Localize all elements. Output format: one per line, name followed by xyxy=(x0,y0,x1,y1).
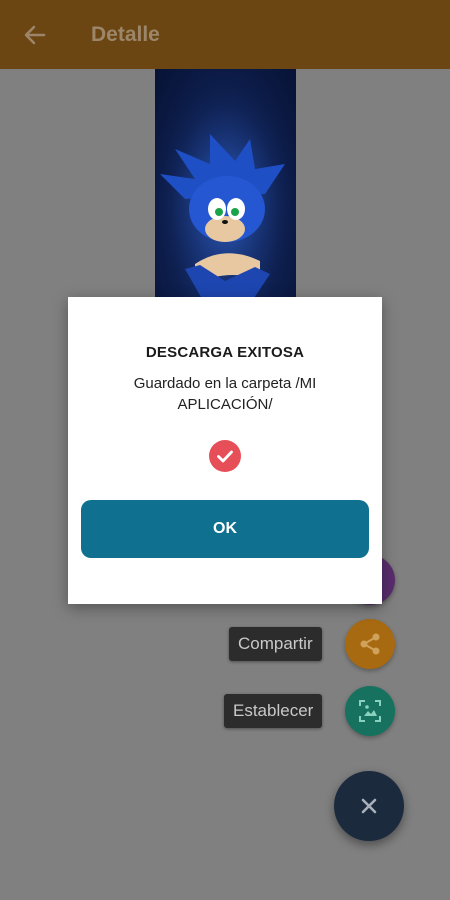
share-button[interactable] xyxy=(345,619,395,669)
ok-button[interactable]: OK xyxy=(81,500,369,558)
page-title: Detalle xyxy=(91,23,160,46)
set-wallpaper-icon xyxy=(359,700,381,722)
set-wallpaper-button[interactable] xyxy=(345,686,395,736)
app-bar: Detalle xyxy=(0,0,450,69)
download-success-dialog: DESCARGA EXITOSA Guardado en la carpeta … xyxy=(68,297,382,604)
dialog-message: Guardado en la carpeta /MI APLICACIÓN/ xyxy=(133,375,317,413)
dialog-title: DESCARGA EXITOSA xyxy=(145,344,305,361)
close-icon xyxy=(361,798,377,814)
share-icon xyxy=(360,633,380,655)
share-label: Compartir xyxy=(229,627,322,661)
arrow-left-icon[interactable] xyxy=(22,22,48,48)
close-speed-dial-button[interactable] xyxy=(334,771,404,841)
check-circle-icon xyxy=(209,440,241,472)
set-wallpaper-label: Establecer xyxy=(224,694,323,728)
